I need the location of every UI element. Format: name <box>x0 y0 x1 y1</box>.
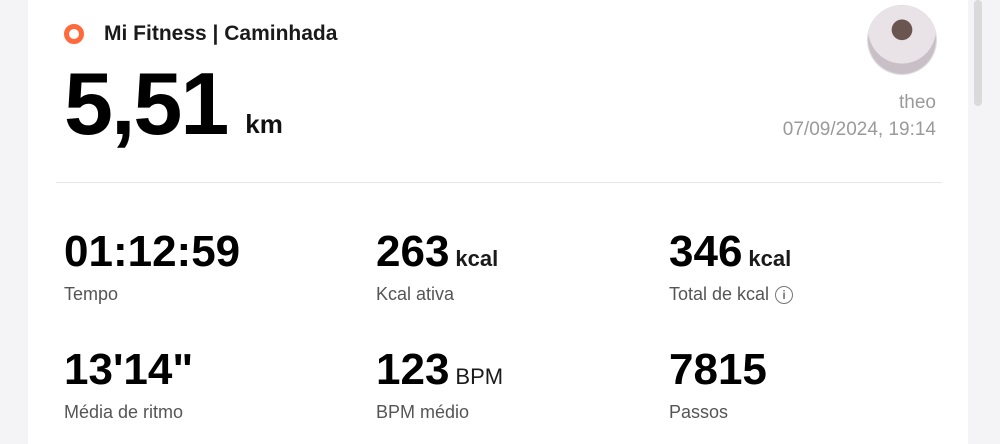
metric-label: Tempo <box>64 284 119 304</box>
distance-summary: 5,51 km <box>64 60 283 148</box>
distance-unit: km <box>245 109 283 139</box>
metric-unit: kcal <box>455 246 499 271</box>
user-name: theo <box>899 92 936 113</box>
divider <box>56 182 942 183</box>
metric-label: Média de ritmo <box>64 402 184 422</box>
metric-kcal-ativa: 263 kcal Kcal ativa <box>376 230 498 305</box>
info-icon[interactable]: i <box>775 285 794 304</box>
metric-unit: kcal <box>748 246 792 271</box>
metric-value: 346 <box>669 227 743 276</box>
metric-label: Kcal ativa <box>376 284 455 304</box>
metric-label: BPM médio <box>376 402 470 422</box>
workout-timestamp: 07/09/2024, 19:14 <box>782 119 936 140</box>
metric-value: 13'14" <box>64 345 194 394</box>
metric-bpm: 123 BPM BPM médio <box>376 348 503 423</box>
ring-icon <box>64 24 84 44</box>
metric-label: Passos <box>669 402 729 422</box>
metric-label-row: Total de kcal i <box>669 284 794 305</box>
metric-passos: 7815 Passos <box>669 348 767 423</box>
app-title: Mi Fitness | Caminhada <box>104 22 338 45</box>
metric-value: 01:12:59 <box>64 227 241 276</box>
metric-label: Total de kcal <box>669 284 770 304</box>
metric-ritmo: 13'14" Média de ritmo <box>64 348 193 423</box>
metric-tempo: 01:12:59 Tempo <box>64 230 240 305</box>
metric-unit: BPM <box>455 364 504 389</box>
metric-value: 123 <box>376 345 450 394</box>
scrollbar[interactable] <box>974 0 982 106</box>
app-header: Mi Fitness | Caminhada <box>64 22 337 46</box>
avatar[interactable] <box>868 6 936 74</box>
workout-card: Mi Fitness | Caminhada 5,51 km theo 07/0… <box>28 0 968 444</box>
metric-total-kcal: 346 kcal Total de kcal i <box>669 227 794 305</box>
distance-value: 5,51 <box>64 54 229 153</box>
metric-value: 263 <box>376 227 450 276</box>
metric-value: 7815 <box>669 345 767 394</box>
